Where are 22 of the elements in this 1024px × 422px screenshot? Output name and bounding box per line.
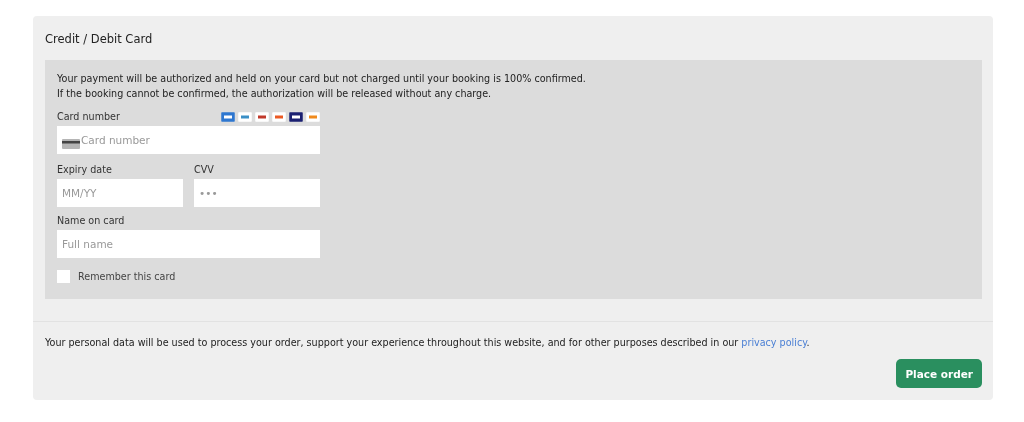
card-logo-icon <box>255 111 269 122</box>
checkbox[interactable] <box>57 270 70 283</box>
card-logo-icon <box>272 111 286 122</box>
field-label: Name on card <box>57 215 126 226</box>
card-number-field[interactable]: Card number <box>57 126 320 154</box>
privacy-notice: Your personal data will be used to process your order, support your experience throughout this website, and for other purposes described in our privacy policy. <box>45 337 811 348</box>
cvv-field[interactable]: ••• <box>194 179 320 207</box>
payment-notice: Your payment will be authorized and held on your card but not charged until your booking is 100% confirmed. <box>57 72 587 86</box>
card-icon <box>62 139 80 149</box>
name-field[interactable]: Full name <box>57 230 320 258</box>
card-logo-icon <box>221 111 235 122</box>
card-logo-icon <box>289 111 303 122</box>
checkbox-label: Remember this card <box>78 271 176 282</box>
card-logo-icon <box>306 111 320 122</box>
payment-notice: If the booking cannot be confirmed, the authorization will be released without any charge. <box>57 87 493 101</box>
field-label: Expiry date <box>57 164 113 175</box>
card-logo-icon <box>238 111 252 122</box>
section-title: Credit / Debit Card <box>45 32 154 46</box>
place-order-button[interactable]: Place order <box>896 359 982 388</box>
expiry-date-field[interactable]: MM/YY <box>57 179 183 207</box>
field-label: Card number <box>57 111 120 122</box>
field-label: CVV <box>194 164 215 175</box>
